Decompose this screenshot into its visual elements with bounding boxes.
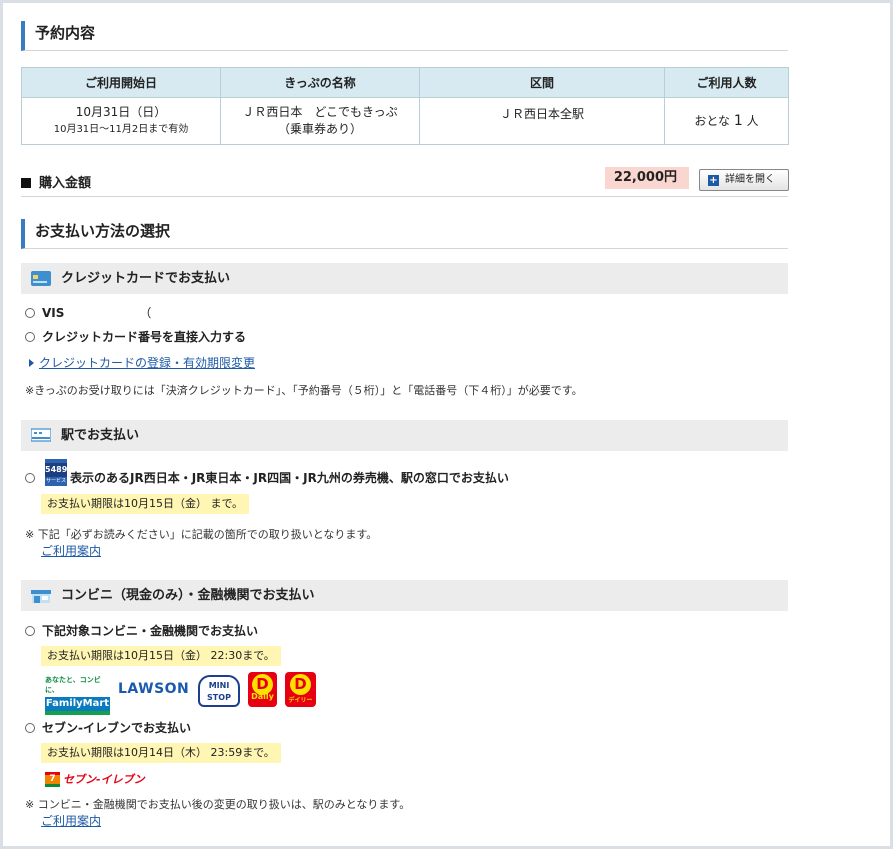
daily-yamazaki-logo: D Daily [248, 672, 277, 707]
header-section: 区間 [419, 67, 665, 98]
convenience-band: コンビニ（現金のみ）・金融機関でお支払い [21, 580, 788, 611]
cell-people: おとな 1 人 [664, 97, 789, 145]
seven-eleven-option[interactable]: セブン-イレブンでお支払い [25, 720, 191, 736]
lawson-logo: LAWSON [118, 681, 190, 697]
convenience-note: ※ コンビニ・金融機関でお支払い後の変更の取り扱いは、駅のみとなります。 [25, 798, 411, 811]
cell-section: ＪＲ西日本全駅 [419, 97, 665, 145]
reservation-table: ご利用開始日 きっぷの名称 区間 ご利用人数 10月31日（日） 10月31日～… [21, 67, 789, 145]
station-band: 駅でお支払い [21, 420, 788, 451]
credit-register-link[interactable]: クレジットカードの登録・有効期限変更 [29, 354, 255, 371]
triangle-right-icon [29, 359, 34, 367]
convenience-guide-link[interactable]: ご利用案内 [41, 812, 101, 829]
station-deadline: お支払い期限は10月15日（金） まで。 [41, 494, 250, 514]
header-people: ご利用人数 [664, 67, 789, 98]
plus-icon: + [708, 175, 719, 186]
cell-ticket-name: ＪＲ西日本 どこでもきっぷ （乗車券あり） [220, 97, 420, 145]
credit-direct-input-option[interactable]: クレジットカード番号を直接入力する [25, 329, 246, 345]
header-ticket-name: きっぷの名称 [220, 67, 420, 98]
credit-registered-option[interactable]: VIS （ [25, 305, 151, 321]
credit-card-band: クレジットカードでお支払い [21, 263, 788, 294]
ministop-logo: MINI STOP [198, 675, 240, 707]
square-bullet-icon [21, 178, 31, 188]
open-details-button[interactable]: + 詳細を開く [699, 169, 789, 191]
station-option-label: 表示のあるJR西日本・JR東日本・JR四国・JR九州の券売機、駅の窓口でお支払い [70, 471, 509, 485]
radio-button[interactable] [25, 723, 35, 733]
convenience-deadline: お支払い期限は10月15日（金） 22:30まで。 [41, 646, 281, 666]
store-icon [31, 590, 51, 603]
ticket-icon [31, 428, 51, 442]
reservation-page: 予約内容 ご利用開始日 きっぷの名称 区間 ご利用人数 10月31日（日） 10… [3, 3, 890, 846]
convenience-option[interactable]: 下記対象コンビニ・金融機関でお支払い [25, 623, 258, 639]
radio-button[interactable] [25, 473, 35, 483]
5489-service-badge: 5489 サービス [45, 459, 67, 486]
table-row: 10月31日（日） 10月31日～11月2日まで有効 ＪＲ西日本 どこでもきっぷ… [21, 97, 789, 145]
radio-button[interactable] [25, 626, 35, 636]
daily-store-logo: D デイリー [285, 672, 316, 707]
familymart-logo: あなたと、コンビに、 FamilyMart [45, 675, 110, 715]
reservation-section-title: 予約内容 [21, 21, 788, 51]
station-option[interactable] [25, 470, 42, 486]
credit-note: ※きっぷのお受け取りには「決済クレジットカード」、「予約番号（５桁）」と「電話番… [25, 384, 583, 397]
header-start-date: ご利用開始日 [21, 67, 221, 98]
radio-button[interactable] [25, 308, 35, 318]
cell-start-date: 10月31日（日） 10月31日～11月2日まで有効 [21, 97, 221, 145]
seven-eleven-deadline: お支払い期限は10月14日（木） 23:59まで。 [41, 743, 281, 763]
station-note: ※ 下記「必ずお読みください」に記載の箇所での取り扱いとなります。 [25, 528, 378, 541]
radio-button[interactable] [25, 332, 35, 342]
purchase-label: 購入金額 [21, 172, 91, 191]
credit-card-icon [31, 271, 51, 286]
payment-section-title: お支払い方法の選択 [21, 219, 788, 249]
purchase-row: 購入金額 22,000円 + 詳細を開く [21, 165, 789, 197]
seven-eleven-logo: 7 セブン-イレブン [45, 770, 145, 788]
station-guide-link[interactable]: ご利用案内 [41, 542, 101, 559]
purchase-price: 22,000円 [605, 167, 689, 189]
